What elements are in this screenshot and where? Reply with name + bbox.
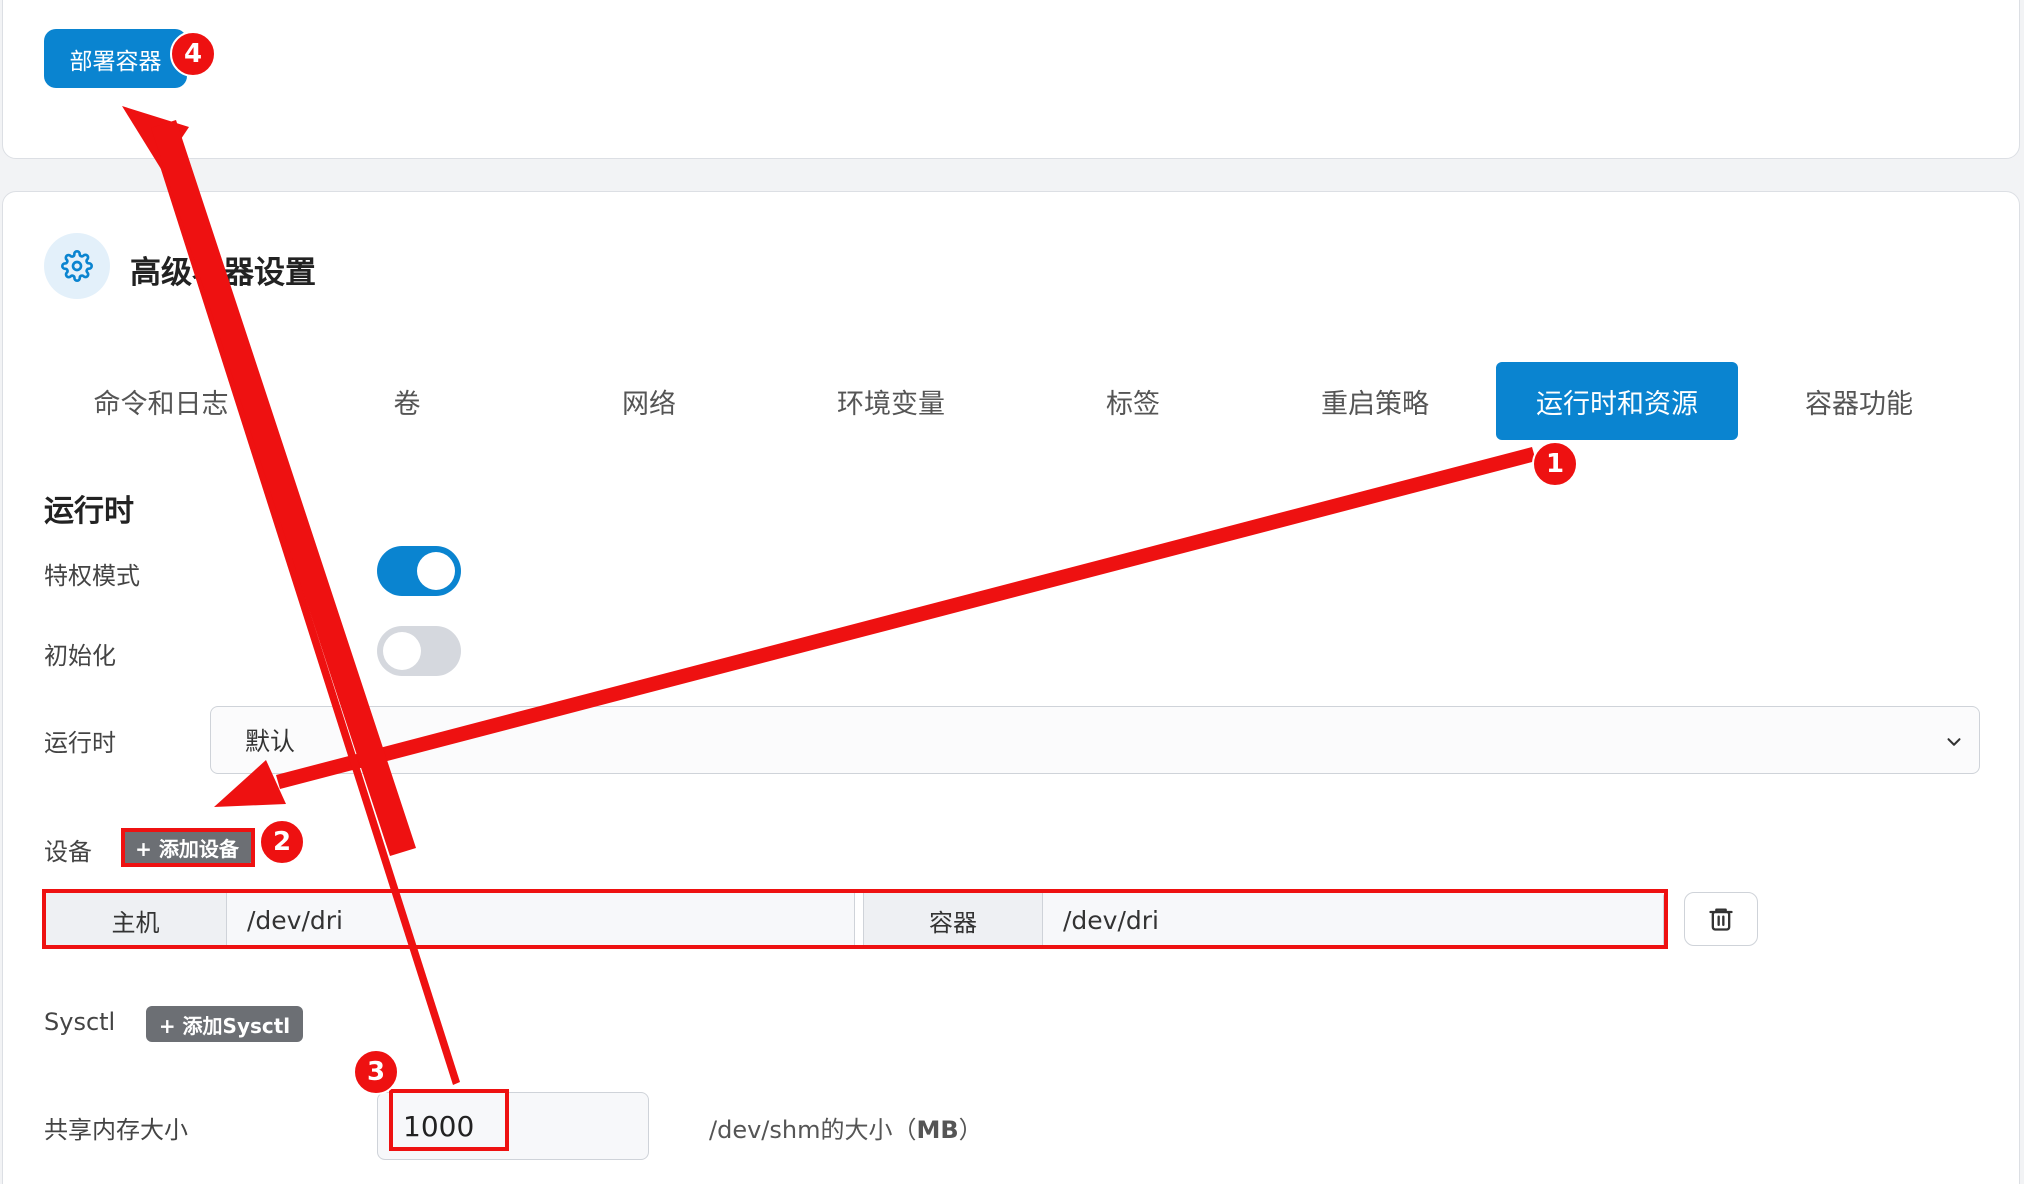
deploy-container-button[interactable]: 部署容器	[44, 29, 187, 88]
devices-label: 设备	[44, 838, 92, 866]
advanced-settings-title: 高级容器设置	[130, 255, 316, 291]
shm-size-label: 共享内存大小	[44, 1116, 188, 1144]
shm-hint-unit: MB	[916, 1116, 959, 1144]
tab-labels[interactable]: 标签	[1012, 362, 1254, 440]
delete-device-button[interactable]	[1684, 892, 1758, 946]
tab-capabilities[interactable]: 容器功能	[1738, 362, 1980, 440]
device-row-highlight	[42, 889, 1668, 949]
step-badge-3: 3	[353, 1049, 399, 1095]
gear-icon	[44, 233, 110, 299]
tab-network[interactable]: 网络	[528, 362, 770, 440]
runtime-select-value: 默认	[245, 727, 296, 756]
init-label: 初始化	[44, 642, 116, 670]
add-sysctl-button[interactable]: + 添加Sysctl	[146, 1006, 303, 1042]
tab-command-logging[interactable]: 命令和日志	[40, 362, 282, 440]
privileged-mode-toggle[interactable]	[377, 546, 461, 596]
step-badge-1: 1	[1532, 441, 1578, 487]
trash-icon	[1709, 908, 1733, 931]
add-device-highlight	[121, 828, 255, 867]
tab-restart-policy[interactable]: 重启策略	[1254, 362, 1496, 440]
advanced-settings-card	[2, 191, 2020, 1184]
shm-input-highlight	[389, 1089, 509, 1151]
init-toggle[interactable]	[377, 626, 461, 676]
shm-hint-suffix: ）	[958, 1116, 983, 1144]
sysctl-label: Sysctl	[44, 1008, 116, 1036]
step-badge-2: 2	[259, 819, 305, 865]
toggle-knob	[383, 632, 421, 670]
runtime-section-title: 运行时	[44, 494, 134, 529]
runtime-select[interactable]: 默认	[210, 706, 1980, 774]
deploy-card	[2, 0, 2020, 159]
runtime-label: 运行时	[44, 729, 116, 757]
shm-hint-prefix: /dev/shm的大小（	[709, 1116, 917, 1144]
tab-runtime-resources[interactable]: 运行时和资源	[1496, 362, 1738, 440]
tab-env-vars[interactable]: 环境变量	[770, 362, 1012, 440]
shm-size-hint: /dev/shm的大小（MB）	[709, 1110, 983, 1145]
tab-volumes[interactable]: 卷	[286, 362, 528, 440]
privileged-mode-label: 特权模式	[44, 562, 140, 590]
toggle-knob	[417, 552, 455, 590]
step-badge-4: 4	[170, 31, 216, 77]
chevron-down-icon	[1947, 738, 1961, 746]
